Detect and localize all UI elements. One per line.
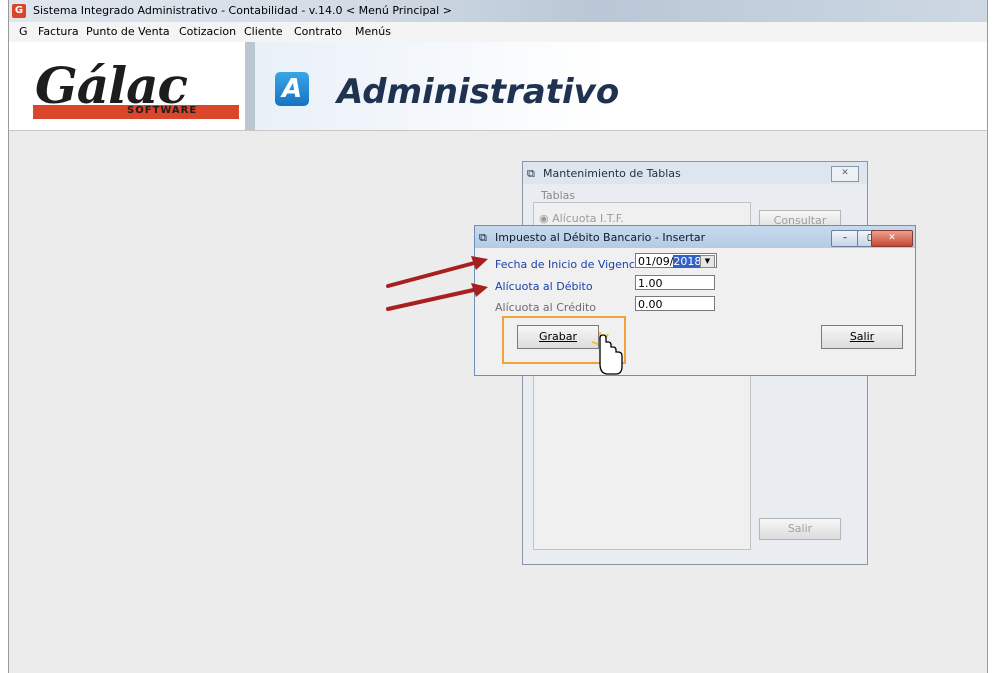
dialog-caption: ⧉ Impuesto al Débito Bancario - Insertar…: [475, 226, 915, 248]
fecha-value: 01/09/: [638, 255, 674, 268]
menu-item-punto-de-venta[interactable]: Punto de Venta: [86, 25, 170, 38]
window-title: Sistema Integrado Administrativo - Conta…: [33, 4, 452, 17]
radio-label: Alícuota I.T.F.: [552, 212, 624, 225]
banner-divider: [245, 42, 255, 130]
alicuota-itf-radio[interactable]: ◉ Alícuota I.T.F.: [539, 212, 624, 225]
menu-item-g[interactable]: G: [19, 25, 28, 38]
product-logo-icon: A: [275, 72, 309, 106]
fecha-label: Fecha de Inicio de Vigencia: [495, 258, 645, 271]
tablas-group-label: Tablas: [539, 189, 578, 202]
dialog-title: Impuesto al Débito Bancario - Insertar: [495, 231, 706, 244]
menu-bar: G Factura Punto de Venta Cotizacion Clie…: [9, 22, 987, 42]
salir-button[interactable]: Salir: [759, 518, 841, 540]
window-icon: ⧉: [479, 231, 487, 244]
fecha-year-selected: 2018: [673, 255, 702, 268]
close-button[interactable]: ✕: [831, 166, 859, 182]
window-icon: ⧉: [527, 167, 535, 180]
chevron-down-icon[interactable]: ▼: [700, 255, 715, 268]
salir-button[interactable]: Salir: [821, 325, 903, 349]
menu-item-factura[interactable]: Factura: [38, 25, 79, 38]
alicuota-debito-input[interactable]: 1.00: [635, 275, 715, 290]
close-button[interactable]: ✕: [871, 230, 913, 247]
menu-item-cotizacion[interactable]: Cotizacion: [179, 25, 236, 38]
alicuota-debito-label: Alícuota al Débito: [495, 280, 593, 293]
title-bar: G Sistema Integrado Administrativo - Con…: [9, 0, 987, 22]
minimize-button[interactable]: –: [831, 230, 859, 247]
alicuota-credito-label: Alícuota al Crédito: [495, 301, 597, 314]
mantenimiento-caption: ⧉ Mantenimiento de Tablas ✕: [523, 162, 867, 184]
banner: Gálac SOFTWARE A Administrativo: [9, 42, 987, 131]
hand-cursor-icon: [591, 332, 623, 375]
logo-subtitle: SOFTWARE: [127, 105, 198, 116]
mantenimiento-title: Mantenimiento de Tablas: [543, 167, 681, 180]
menu-item-cliente[interactable]: Cliente: [244, 25, 283, 38]
fecha-input[interactable]: 01/09/2018 ▼: [635, 253, 717, 268]
app-icon: G: [12, 4, 26, 18]
menu-item-contrato[interactable]: Contrato: [294, 25, 342, 38]
product-name: Administrativo: [337, 72, 620, 112]
alicuota-credito-input[interactable]: 0.00: [635, 296, 715, 311]
menu-item-menus[interactable]: Menús: [355, 25, 391, 38]
